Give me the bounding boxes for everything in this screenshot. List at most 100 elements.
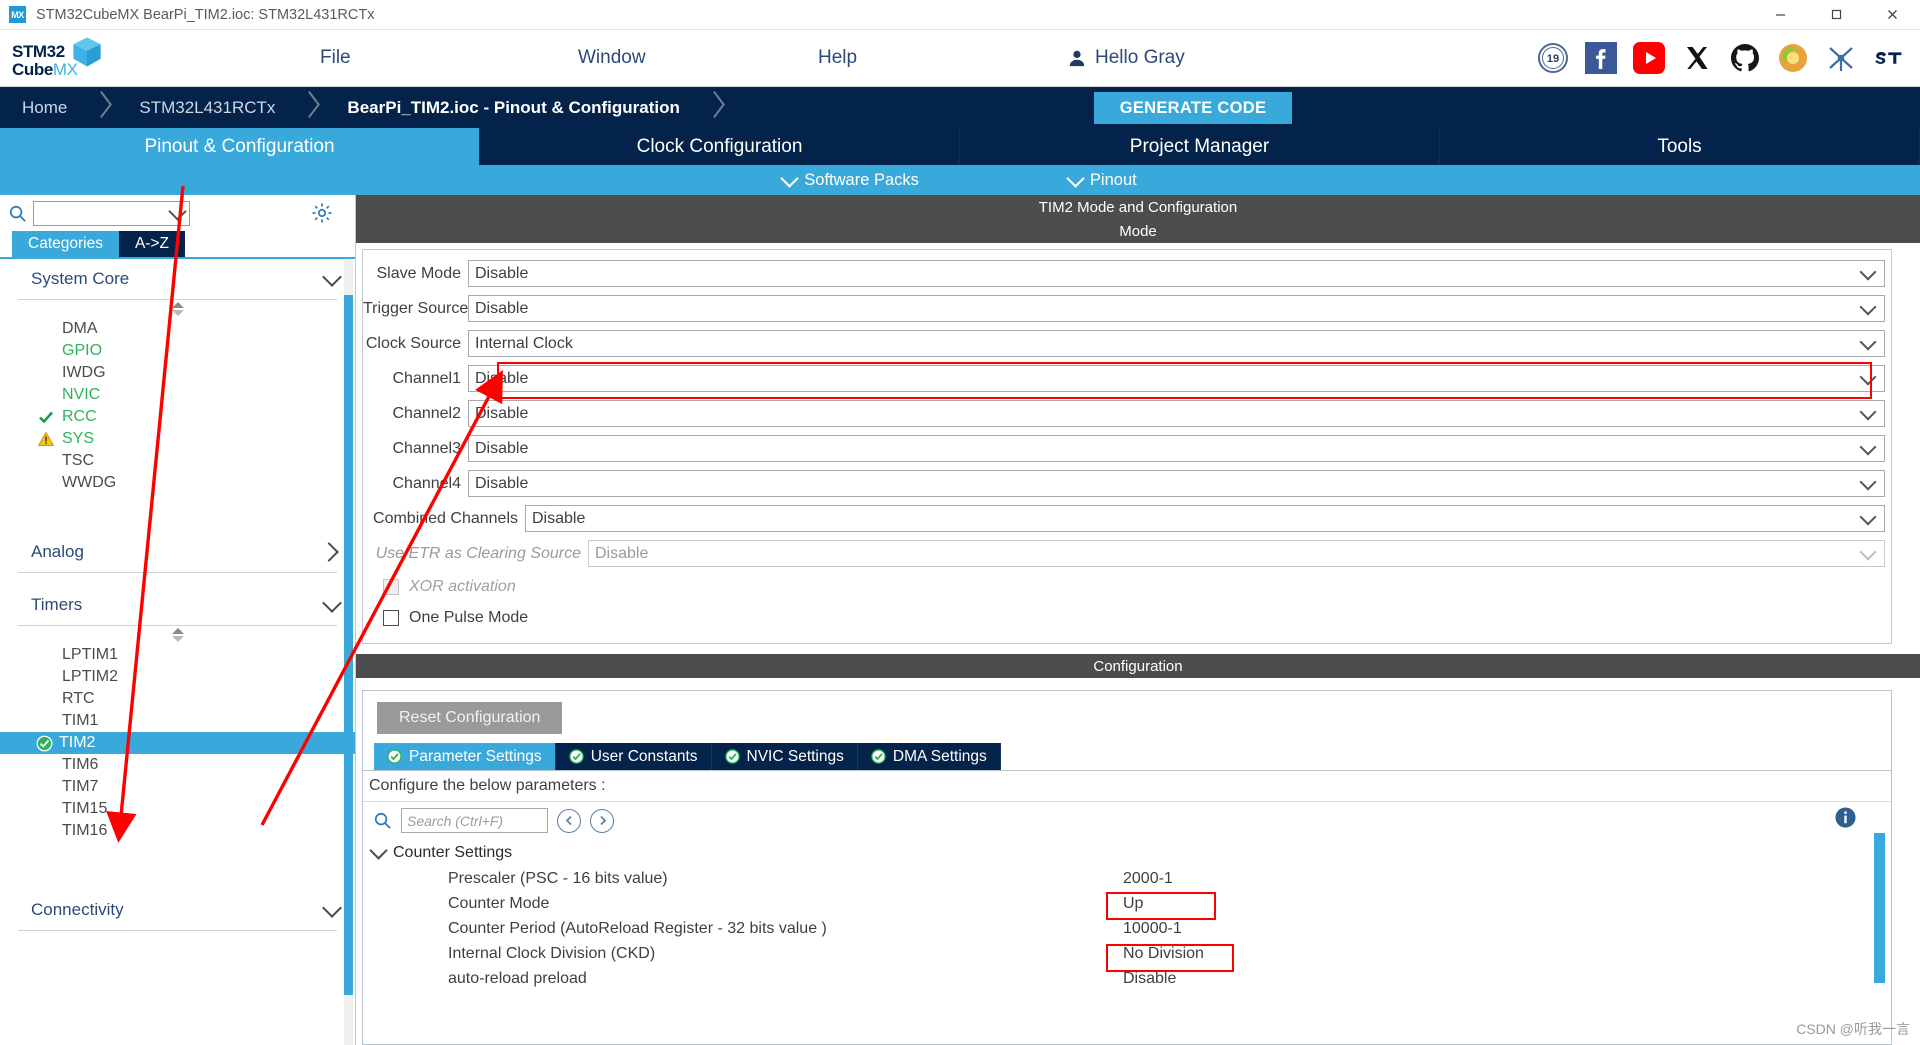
facebook-icon[interactable]	[1584, 41, 1618, 75]
tab-pinout-configuration[interactable]: Pinout & Configuration	[0, 128, 480, 165]
search-previous-button[interactable]	[557, 808, 581, 833]
tab-tools[interactable]: Tools	[1440, 128, 1920, 165]
menu-window[interactable]: Window	[578, 47, 646, 69]
check-icon	[39, 411, 53, 424]
peripheral-iwdg[interactable]: IWDG	[0, 362, 355, 384]
mode-row-slave-mode: Slave Mode Disable	[363, 256, 1891, 291]
param-value-clock-division[interactable]: No Division	[1123, 945, 1891, 963]
close-button[interactable]	[1864, 0, 1920, 29]
peripheral-tim2[interactable]: TIM2	[0, 732, 355, 754]
st-logo-icon[interactable]	[1872, 41, 1906, 75]
info-icon[interactable]	[1834, 806, 1857, 829]
param-value-prescaler[interactable]: 2000-1	[1123, 870, 1891, 888]
peripheral-tim1[interactable]: TIM1	[0, 710, 355, 732]
group-analog[interactable]: Analog	[0, 532, 355, 572]
peripheral-tim16[interactable]: TIM16	[0, 820, 355, 842]
param-row-clock-division[interactable]: Internal Clock Division (CKD) No Divisio…	[363, 941, 1891, 966]
menu-help[interactable]: Help	[818, 47, 857, 69]
channel3-select[interactable]: Disable	[468, 435, 1885, 462]
tab-categories[interactable]: Categories	[12, 231, 119, 257]
param-row-counter-period[interactable]: Counter Period (AutoReload Register - 32…	[363, 916, 1891, 941]
group-timers-label: Timers	[31, 595, 83, 614]
anniversary-badge-icon[interactable]: 19	[1536, 41, 1570, 75]
param-row-counter-mode[interactable]: Counter Mode Up	[363, 891, 1891, 916]
tab-user-constants[interactable]: User Constants	[555, 743, 712, 770]
menu-file[interactable]: File	[320, 47, 351, 69]
scroll-spinner-top[interactable]	[0, 300, 355, 318]
param-value-counter-mode[interactable]: Up	[1123, 895, 1891, 913]
reset-row: Reset Configuration	[363, 691, 1891, 743]
parameter-scrollbar[interactable]	[1874, 833, 1885, 983]
group-system-core[interactable]: System Core	[0, 259, 355, 299]
combined-channels-select[interactable]: Disable	[525, 505, 1885, 532]
param-value-counter-period[interactable]: 10000-1	[1123, 920, 1891, 938]
subtab-software-packs[interactable]: Software Packs	[780, 168, 919, 190]
left-scrollbar-thumb[interactable]	[344, 295, 353, 995]
clock-source-select[interactable]: Internal Clock	[468, 330, 1885, 357]
x-twitter-icon[interactable]	[1680, 41, 1714, 75]
tab-parameter-settings[interactable]: Parameter Settings	[374, 743, 556, 770]
breadcrumb-item-mcu[interactable]: STM32L431RCTx	[117, 87, 297, 128]
github-icon[interactable]	[1728, 41, 1762, 75]
peripheral-lptim2[interactable]: LPTIM2	[0, 666, 355, 688]
reset-configuration-button[interactable]: Reset Configuration	[377, 702, 563, 734]
maximize-button[interactable]	[1808, 0, 1864, 29]
minimize-button[interactable]	[1752, 0, 1808, 29]
breadcrumb-item-current[interactable]: BearPi_TIM2.ioc - Pinout & Configuration	[325, 87, 701, 128]
youtube-icon[interactable]	[1632, 41, 1666, 75]
tab-project-manager[interactable]: Project Manager	[960, 128, 1440, 165]
peripheral-dma[interactable]: DMA	[0, 318, 355, 340]
peripheral-rtc[interactable]: RTC	[0, 688, 355, 710]
parameter-settings-body: Configure the below parameters : Search …	[363, 770, 1891, 1044]
subtab-pinout[interactable]: Pinout	[1066, 168, 1137, 190]
gear-icon[interactable]	[311, 202, 333, 224]
left-scrollbar[interactable]	[344, 259, 353, 1045]
peripheral-tim7[interactable]: TIM7	[0, 776, 355, 798]
peripheral-label: TIM6	[62, 756, 99, 773]
parameter-search-input[interactable]: Search (Ctrl+F)	[401, 808, 548, 833]
peripheral-gpio[interactable]: GPIO	[0, 340, 355, 362]
peripheral-tsc[interactable]: TSC	[0, 450, 355, 472]
param-row-auto-reload-preload[interactable]: auto-reload preload Disable	[363, 966, 1891, 991]
slave-mode-select[interactable]: Disable	[468, 260, 1885, 287]
tab-parameter-settings-label: Parameter Settings	[409, 747, 542, 765]
trigger-source-select[interactable]: Disable	[468, 295, 1885, 322]
mode-label: Channel3	[392, 439, 462, 457]
title-bar: MX STM32CubeMX BearPi_TIM2.ioc: STM32L43…	[0, 0, 1920, 30]
user-menu[interactable]: Hello Gray	[1068, 47, 1185, 69]
tab-nvic-settings[interactable]: NVIC Settings	[711, 743, 858, 770]
peripheral-label: TIM2	[59, 734, 96, 751]
peripheral-tim15[interactable]: TIM15	[0, 798, 355, 820]
peripheral-search-input[interactable]	[33, 200, 190, 226]
peripheral-tim6[interactable]: TIM6	[0, 754, 355, 776]
parameter-scrollbar-thumb[interactable]	[1874, 833, 1885, 983]
tab-a-to-z[interactable]: A->Z	[118, 231, 185, 257]
community-icon[interactable]	[1776, 41, 1810, 75]
scroll-spinner-timers[interactable]	[0, 626, 355, 644]
param-row-prescaler[interactable]: Prescaler (PSC - 16 bits value) 2000-1	[363, 866, 1891, 891]
chevron-down-icon	[1859, 263, 1877, 280]
channel1-select[interactable]: Disable	[468, 365, 1885, 392]
network-icon[interactable]	[1824, 41, 1858, 75]
channel2-select[interactable]: Disable	[468, 400, 1885, 427]
one-pulse-mode-checkbox[interactable]	[383, 609, 399, 626]
peripheral-sys[interactable]: SYS	[0, 428, 355, 450]
channel4-select[interactable]: Disable	[468, 470, 1885, 497]
param-value-auto-reload-preload[interactable]: Disable	[1123, 970, 1891, 988]
peripheral-nvic[interactable]: NVIC	[0, 384, 355, 406]
channel3-value: Disable	[475, 439, 529, 457]
group-connectivity[interactable]: Connectivity	[0, 890, 355, 930]
search-next-button[interactable]	[590, 808, 614, 833]
section-counter-settings[interactable]: Counter Settings	[363, 839, 1891, 866]
peripheral-rcc[interactable]: RCC	[0, 406, 355, 428]
peripheral-wwdg[interactable]: WWDG	[0, 472, 355, 494]
tab-clock-configuration[interactable]: Clock Configuration	[480, 128, 960, 165]
peripheral-lptim1[interactable]: LPTIM1	[0, 644, 355, 666]
generate-code-button[interactable]: GENERATE CODE	[1094, 92, 1292, 124]
breadcrumb-item-home[interactable]: Home	[0, 87, 89, 128]
one-pulse-mode-row[interactable]: One Pulse Mode	[363, 602, 1891, 633]
group-timers[interactable]: Timers	[0, 585, 355, 625]
tab-dma-settings[interactable]: DMA Settings	[857, 743, 1001, 770]
tab-user-constants-label: User Constants	[590, 747, 698, 765]
param-name: Prescaler (PSC - 16 bits value)	[448, 869, 668, 887]
